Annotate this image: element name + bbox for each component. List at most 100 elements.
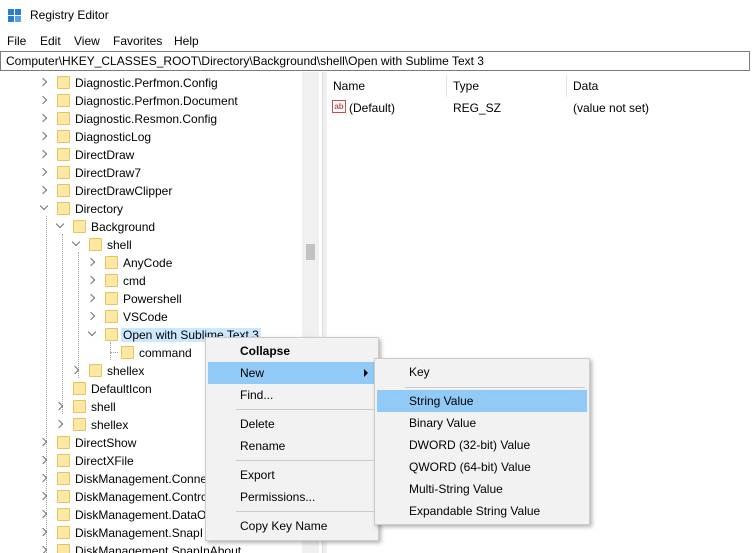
tree-item-label: Diagnostic.Perfmon.Document	[75, 94, 238, 108]
menu-help[interactable]: Help	[174, 34, 199, 48]
menu-view[interactable]: View	[74, 34, 100, 48]
folder-icon	[73, 220, 86, 233]
tree-item[interactable]: shell	[0, 236, 320, 254]
column-header-name[interactable]: Name	[333, 79, 365, 93]
menu-item-new[interactable]: New	[208, 362, 376, 384]
menu-item-permissions[interactable]: Permissions...	[208, 486, 376, 508]
folder-icon	[105, 292, 118, 305]
chevron-right-icon[interactable]	[38, 527, 48, 537]
submenu-item-expandable-string-value[interactable]: Expandable String Value	[377, 500, 587, 522]
chevron-right-icon[interactable]	[38, 473, 48, 483]
folder-icon	[57, 202, 70, 215]
chevron-right-icon[interactable]	[86, 293, 96, 303]
tree-item[interactable]: Powershell	[0, 290, 320, 308]
menu-item-delete[interactable]: Delete	[208, 413, 376, 435]
chevron-right-icon[interactable]	[70, 365, 80, 375]
tree-item[interactable]: Diagnostic.Resmon.Config	[0, 110, 320, 128]
column-header-type[interactable]: Type	[453, 79, 479, 93]
menu-file[interactable]: File	[7, 34, 26, 48]
tree-item-label: DiskManagement.SnapInAbout	[75, 544, 242, 553]
folder-icon	[57, 76, 70, 89]
menu-item-copy-key-name[interactable]: Copy Key Name	[208, 515, 376, 537]
tree-item-label: DirectXFile	[75, 454, 134, 468]
chevron-right-icon[interactable]	[38, 131, 48, 141]
tree-item[interactable]: DiagnosticLog	[0, 128, 320, 146]
registry-editor-icon	[8, 9, 22, 23]
chevron-right-icon[interactable]	[38, 437, 48, 447]
value-name[interactable]: (Default)	[349, 101, 395, 115]
tree-item[interactable]: Diagnostic.Perfmon.Document	[0, 92, 320, 110]
menu-item-rename[interactable]: Rename	[208, 435, 376, 457]
menu-item-label: Export	[240, 468, 275, 482]
tree-item-label: Background	[91, 220, 156, 234]
menu-edit[interactable]: Edit	[40, 34, 61, 48]
tree-item[interactable]: Directory	[0, 200, 320, 218]
chevron-right-icon[interactable]	[38, 95, 48, 105]
tree-item[interactable]: cmd	[0, 272, 320, 290]
tree-item[interactable]: DirectDraw	[0, 146, 320, 164]
submenu-item-string-value[interactable]: String Value	[377, 390, 587, 412]
tree-item-label: DefaultIcon	[91, 382, 152, 396]
tree-item[interactable]: DirectDrawClipper	[0, 182, 320, 200]
folder-icon	[73, 400, 86, 413]
tree-item[interactable]: VSCode	[0, 308, 320, 326]
tree-item-label: DirectDraw7	[75, 166, 142, 180]
value-type: REG_SZ	[453, 101, 502, 115]
submenu-arrow-icon	[364, 369, 368, 377]
chevron-right-icon[interactable]	[38, 185, 48, 195]
submenu-item-key[interactable]: Key	[377, 361, 587, 383]
menu-item-label: String Value	[409, 394, 474, 408]
menu-item-find[interactable]: Find...	[208, 384, 376, 406]
folder-icon	[105, 256, 118, 269]
folder-icon	[121, 346, 134, 359]
chevron-right-icon[interactable]	[86, 275, 96, 285]
menu-item-label: Collapse	[240, 344, 291, 358]
chevron-right-icon[interactable]	[86, 311, 96, 321]
tree-item[interactable]: Background	[0, 218, 320, 236]
scrollbar-thumb[interactable]	[306, 244, 315, 260]
chevron-right-icon[interactable]	[38, 77, 48, 87]
chevron-down-icon[interactable]	[55, 219, 65, 229]
chevron-right-icon[interactable]	[38, 545, 48, 553]
chevron-right-icon[interactable]	[38, 113, 48, 123]
tree-item-label: DiskManagement.SnapI	[75, 526, 204, 540]
chevron-right-icon[interactable]	[38, 509, 48, 519]
menu-favorites[interactable]: Favorites	[113, 34, 162, 48]
chevron-down-icon[interactable]	[39, 201, 49, 211]
tree-item[interactable]: DiskManagement.SnapInAbout	[0, 542, 320, 553]
chevron-right-icon[interactable]	[38, 455, 48, 465]
chevron-down-icon[interactable]	[87, 327, 97, 337]
tree-item[interactable]: AnyCode	[0, 254, 320, 272]
chevron-right-icon[interactable]	[54, 419, 64, 429]
folder-icon	[57, 148, 70, 161]
chevron-right-icon[interactable]	[38, 167, 48, 177]
chevron-right-icon[interactable]	[54, 401, 64, 411]
submenu-item-qword-value[interactable]: QWORD (64-bit) Value	[377, 456, 587, 478]
folder-icon	[57, 436, 70, 449]
chevron-right-icon[interactable]	[38, 149, 48, 159]
menu-separator	[236, 409, 374, 410]
tree-item-label: AnyCode	[123, 256, 173, 270]
submenu-item-binary-value[interactable]: Binary Value	[377, 412, 587, 434]
tree-item-label: DirectDrawClipper	[75, 184, 173, 198]
tree-item-label: Diagnostic.Perfmon.Config	[75, 76, 218, 90]
column-separator[interactable]	[446, 75, 447, 97]
menu-item-label: Find...	[240, 388, 274, 402]
folder-icon	[57, 112, 70, 125]
folder-icon	[105, 310, 118, 323]
folder-icon	[73, 418, 86, 431]
tree-item-label: command	[139, 346, 192, 360]
folder-icon	[57, 508, 70, 521]
menu-item-collapse[interactable]: Collapse	[208, 340, 376, 362]
tree-item[interactable]: Diagnostic.Perfmon.Config	[0, 74, 320, 92]
chevron-right-icon[interactable]	[86, 257, 96, 267]
submenu-item-dword-value[interactable]: DWORD (32-bit) Value	[377, 434, 587, 456]
column-header-data[interactable]: Data	[573, 79, 598, 93]
address-bar[interactable]: Computer\HKEY_CLASSES_ROOT\Directory\Bac…	[0, 51, 750, 71]
column-separator[interactable]	[566, 75, 567, 97]
chevron-right-icon[interactable]	[38, 491, 48, 501]
chevron-down-icon[interactable]	[71, 237, 81, 247]
menu-item-export[interactable]: Export	[208, 464, 376, 486]
tree-item[interactable]: DirectDraw7	[0, 164, 320, 182]
submenu-item-multi-string-value[interactable]: Multi-String Value	[377, 478, 587, 500]
